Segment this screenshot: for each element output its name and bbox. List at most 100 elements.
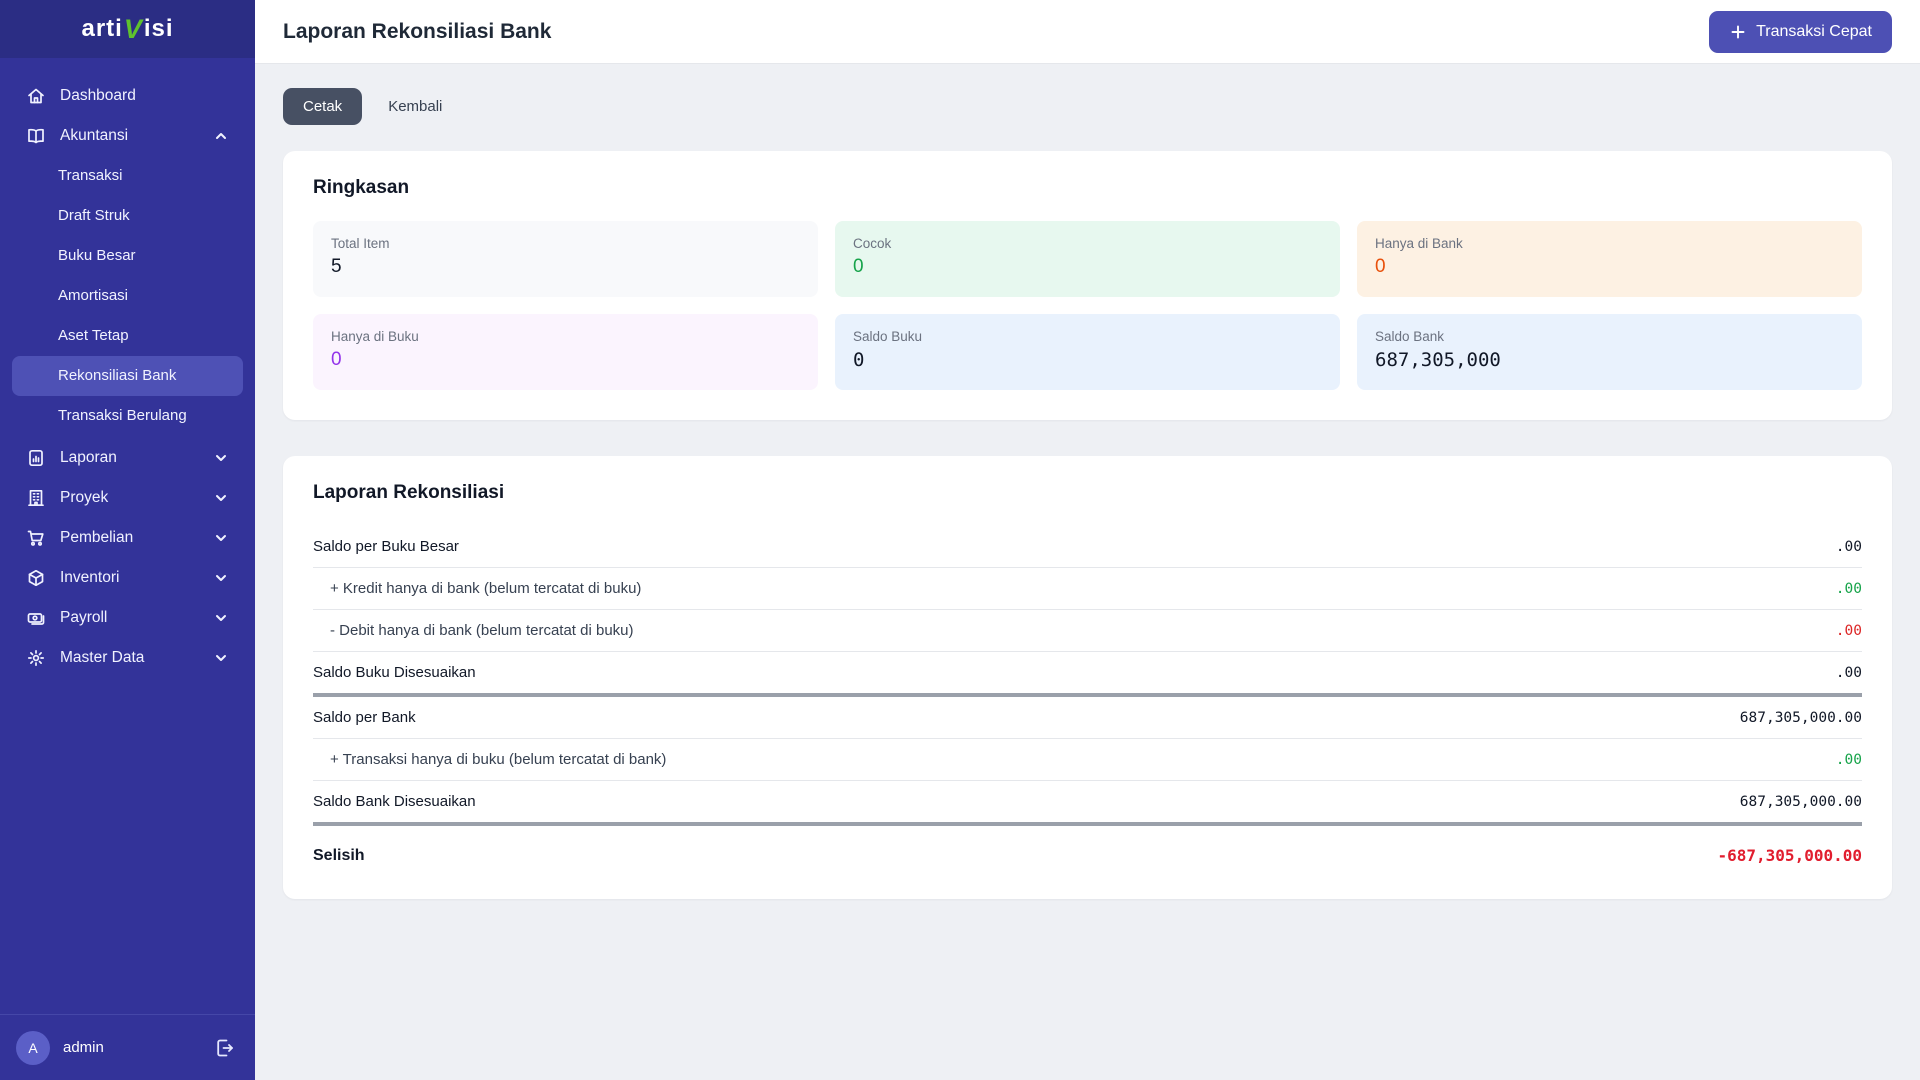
report-row-saldo-per-buku-besar: Saldo per Buku Besar .00: [313, 526, 1862, 568]
summary-card: Ringkasan Total Item 5 Cocok 0 Hanya di …: [283, 151, 1892, 420]
gear-icon: [26, 648, 46, 668]
shopping-cart-icon: [26, 528, 46, 548]
sidebar-item-payroll[interactable]: Payroll: [12, 598, 243, 638]
sidebar-item-label: Payroll: [60, 609, 108, 626]
sidebar-menu: Dashboard Akuntansi Transaksi Draft Stru…: [0, 58, 255, 1014]
sidebar: artiVisi Dashboard Akuntansi Transaksi: [0, 0, 255, 1080]
row-value: .00: [1835, 622, 1862, 639]
sidebar-item-transaksi[interactable]: Transaksi: [12, 156, 243, 196]
row-value: -687,305,000.00: [1717, 846, 1863, 865]
tile-value: 687,305,000: [1375, 349, 1501, 371]
row-label: Saldo Buku Disesuaikan: [313, 664, 476, 681]
building-icon: [26, 488, 46, 508]
document-chart-icon: [26, 448, 46, 468]
chevron-down-icon: [213, 610, 229, 626]
tile-saldo-bank: Saldo Bank 687,305,000: [1357, 314, 1862, 390]
report-rows: Saldo per Buku Besar .00 + Kredit hanya …: [313, 526, 1862, 869]
sidebar-item-master-data[interactable]: Master Data: [12, 638, 243, 678]
main-area: Laporan Rekonsiliasi Bank Transaksi Cepa…: [255, 0, 1920, 1080]
report-row-debit-hanya-di-bank: - Debit hanya di bank (belum tercatat di…: [313, 610, 1862, 652]
logo-accent-glyph: V: [123, 13, 143, 44]
cube-icon: [26, 568, 46, 588]
row-value: .00: [1835, 664, 1862, 681]
akuntansi-submenu: Transaksi Draft Struk Buku Besar Amortis…: [12, 156, 243, 438]
tile-value: 0: [331, 349, 342, 370]
book-open-icon: [26, 126, 46, 146]
logo-text-suffix: isi: [143, 15, 174, 42]
sidebar-item-dashboard[interactable]: Dashboard: [12, 76, 243, 116]
row-label: + Kredit hanya di bank (belum tercatat d…: [330, 580, 642, 597]
tile-value: 0: [1375, 256, 1386, 277]
sidebar-item-amortisasi[interactable]: Amortisasi: [12, 276, 243, 316]
tile-label: Saldo Bank: [1375, 329, 1445, 344]
sidebar-item-label: Proyek: [60, 489, 109, 506]
sidebar-item-label: Akuntansi: [60, 127, 129, 144]
tile-label: Saldo Buku: [853, 329, 923, 344]
back-button[interactable]: Kembali: [376, 88, 454, 125]
row-label: Saldo per Bank: [313, 709, 416, 726]
sidebar-item-pembelian[interactable]: Pembelian: [12, 518, 243, 558]
sidebar-item-akuntansi[interactable]: Akuntansi: [12, 116, 243, 156]
tile-value: 0: [853, 349, 865, 371]
plus-icon: [1729, 23, 1747, 41]
sidebar-item-label: Pembelian: [60, 529, 134, 546]
toolbar: Cetak Kembali: [283, 88, 1892, 125]
summary-tiles: Total Item 5 Cocok 0 Hanya di Bank 0 Han…: [313, 221, 1862, 390]
page-title: Laporan Rekonsiliasi Bank: [283, 19, 552, 43]
logo-text-prefix: arti: [81, 15, 123, 42]
chevron-down-icon: [213, 570, 229, 586]
sidebar-item-rekonsiliasi-bank[interactable]: Rekonsiliasi Bank: [12, 356, 243, 396]
tile-label: Total Item: [331, 236, 390, 251]
print-button[interactable]: Cetak: [283, 88, 363, 125]
username: admin: [63, 1039, 104, 1056]
logout-icon[interactable]: [213, 1037, 235, 1059]
sidebar-item-transaksi-berulang[interactable]: Transaksi Berulang: [12, 396, 243, 436]
chevron-down-icon: [213, 650, 229, 666]
sidebar-item-label: Dashboard: [60, 87, 136, 104]
row-value: .00: [1835, 538, 1862, 555]
top-bar: Laporan Rekonsiliasi Bank Transaksi Cepa…: [255, 0, 1920, 64]
tile-value: 5: [331, 256, 342, 277]
report-row-kredit-hanya-di-bank: + Kredit hanya di bank (belum tercatat d…: [313, 568, 1862, 610]
tile-value: 0: [853, 256, 864, 277]
tile-saldo-buku: Saldo Buku 0: [835, 314, 1340, 390]
chevron-down-icon: [213, 530, 229, 546]
report-row-transaksi-hanya-di-buku: + Transaksi hanya di buku (belum tercata…: [313, 739, 1862, 781]
banknotes-icon: [26, 608, 46, 628]
sidebar-item-inventori[interactable]: Inventori: [12, 558, 243, 598]
sidebar-item-draft-struk[interactable]: Draft Struk: [12, 196, 243, 236]
row-value: 687,305,000.00: [1739, 793, 1862, 810]
row-value: 687,305,000.00: [1739, 709, 1862, 726]
home-icon: [26, 86, 46, 106]
tile-hanya-di-bank: Hanya di Bank 0: [1357, 221, 1862, 297]
sidebar-item-aset-tetap[interactable]: Aset Tetap: [12, 316, 243, 356]
avatar: A: [16, 1030, 50, 1065]
sidebar-item-label: Master Data: [60, 649, 145, 666]
sidebar-item-buku-besar[interactable]: Buku Besar: [12, 236, 243, 276]
summary-title: Ringkasan: [313, 177, 410, 198]
sidebar-item-laporan[interactable]: Laporan: [12, 438, 243, 478]
reconciliation-report-card: Laporan Rekonsiliasi Saldo per Buku Besa…: [283, 456, 1892, 899]
app-root: artiVisi Dashboard Akuntansi Transaksi: [0, 0, 1920, 1080]
sidebar-item-label: Inventori: [60, 569, 120, 586]
row-label: - Debit hanya di bank (belum tercatat di…: [330, 622, 634, 639]
sidebar-item-label: Laporan: [60, 449, 117, 466]
tile-label: Cocok: [853, 236, 892, 251]
chevron-up-icon: [213, 128, 229, 144]
report-row-saldo-bank-disesuaikan: Saldo Bank Disesuaikan 687,305,000.00: [313, 781, 1862, 826]
row-value: .00: [1835, 751, 1862, 768]
row-value: .00: [1835, 580, 1862, 597]
sidebar-item-proyek[interactable]: Proyek: [12, 478, 243, 518]
tile-hanya-di-buku: Hanya di Buku 0: [313, 314, 818, 390]
quick-transaction-button[interactable]: Transaksi Cepat: [1709, 10, 1892, 53]
logo: arti Visi: [0, 0, 255, 58]
sidebar-user-area: A admin: [0, 1014, 255, 1080]
chevron-down-icon: [213, 490, 229, 506]
report-title: Laporan Rekonsiliasi: [313, 482, 505, 503]
report-row-saldo-buku-disesuaikan: Saldo Buku Disesuaikan .00: [313, 652, 1862, 697]
report-row-saldo-per-bank: Saldo per Bank 687,305,000.00: [313, 697, 1862, 739]
report-row-selisih: Selisih -687,305,000.00: [313, 826, 1862, 869]
tile-label: Hanya di Buku: [331, 329, 419, 344]
chevron-down-icon: [213, 450, 229, 466]
tile-label: Hanya di Bank: [1375, 236, 1463, 251]
